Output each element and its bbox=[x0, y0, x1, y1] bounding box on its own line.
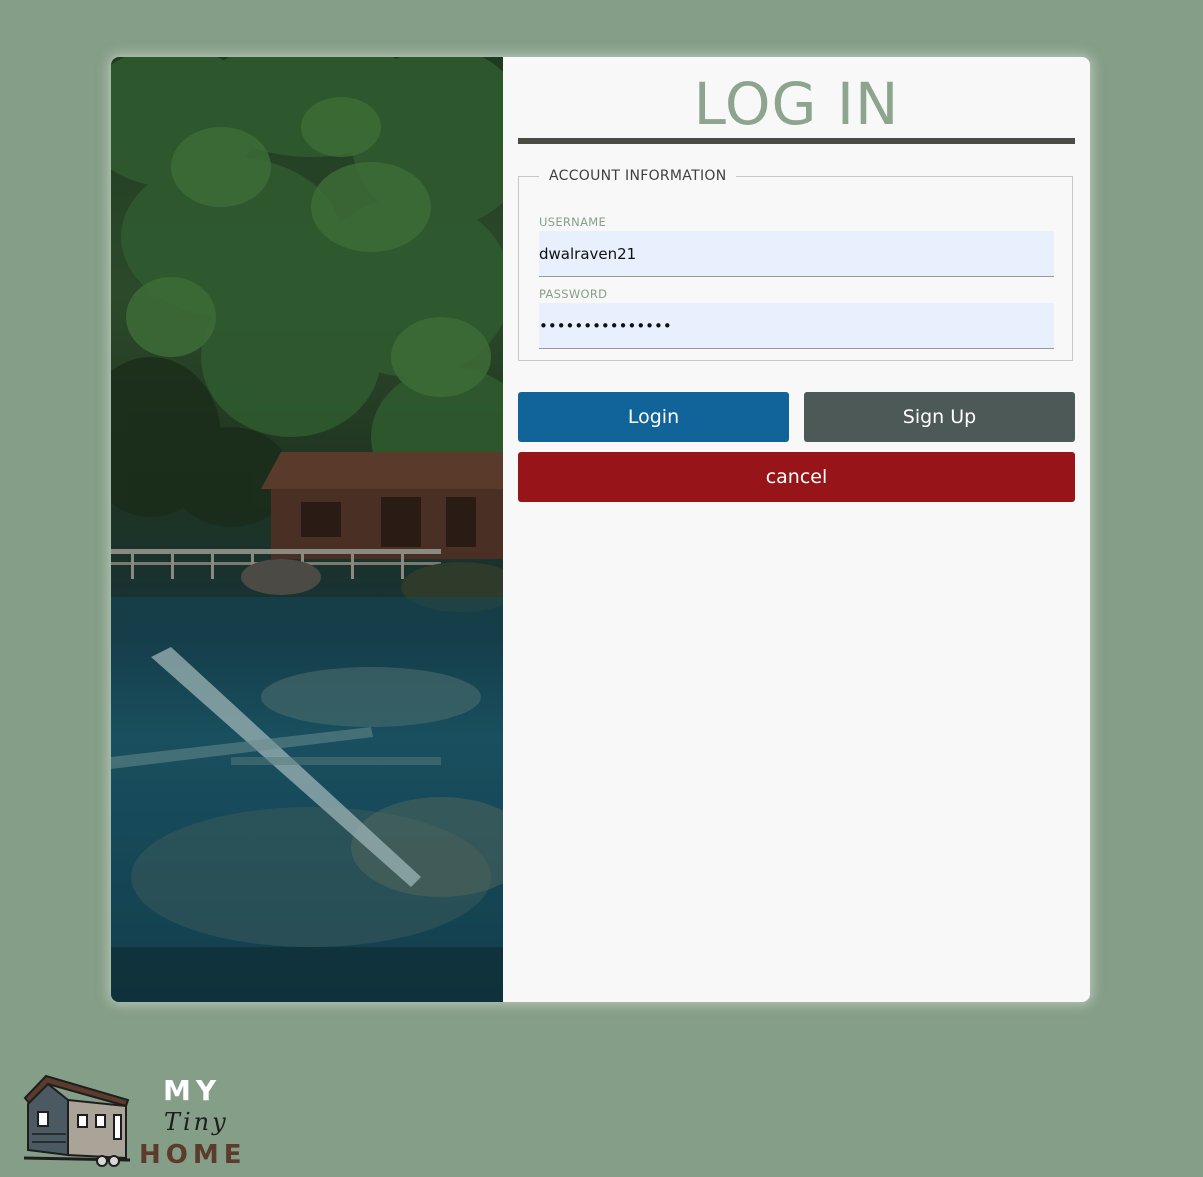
title-divider bbox=[518, 138, 1075, 144]
password-input[interactable] bbox=[539, 303, 1054, 349]
page-title: LOG IN bbox=[693, 70, 900, 138]
logo-text-my: MY bbox=[163, 1074, 222, 1107]
cancel-button[interactable]: cancel bbox=[518, 452, 1075, 502]
my-tiny-home-logo: MY Tiny HOME bbox=[20, 1070, 260, 1170]
username-input[interactable] bbox=[539, 231, 1054, 277]
fieldset-legend: ACCOUNT INFORMATION bbox=[549, 168, 727, 184]
logo-text-home: HOME bbox=[139, 1140, 247, 1170]
forest-cabin-lake-photo bbox=[111, 57, 503, 1002]
account-information-fieldset: ACCOUNT INFORMATION USERNAME PASSWORD bbox=[518, 168, 1073, 361]
login-button[interactable]: Login bbox=[518, 392, 789, 442]
signup-button[interactable]: Sign Up bbox=[804, 392, 1075, 442]
username-label: USERNAME bbox=[539, 215, 607, 229]
login-card: LOG IN ACCOUNT INFORMATION USERNAME PASS… bbox=[111, 57, 1090, 1002]
logo-text-tiny: Tiny bbox=[164, 1108, 229, 1136]
password-label: PASSWORD bbox=[539, 287, 608, 301]
tiny-house-icon bbox=[23, 1074, 131, 1167]
login-panel: LOG IN ACCOUNT INFORMATION USERNAME PASS… bbox=[518, 57, 1075, 502]
